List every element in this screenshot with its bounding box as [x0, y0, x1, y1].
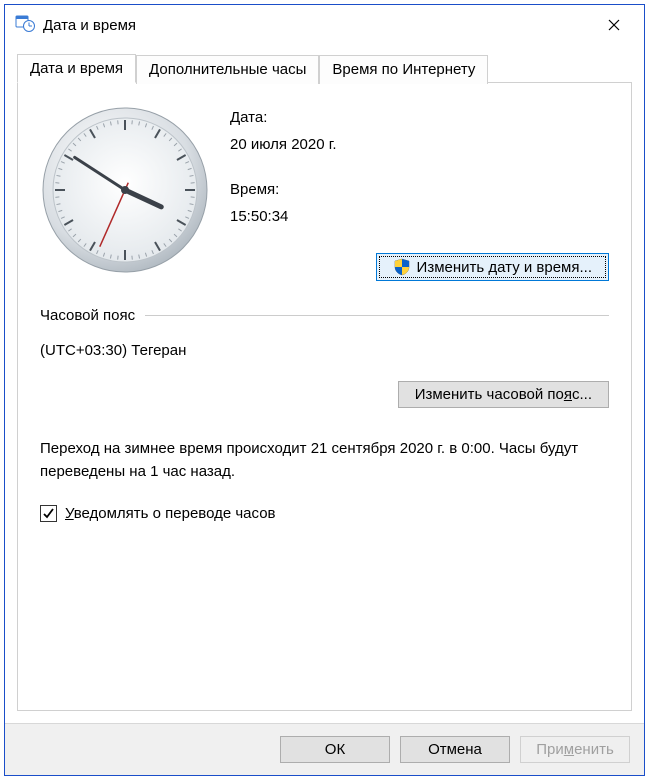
divider [145, 315, 609, 316]
dialog-footer: ОК Отмена Применить [5, 723, 644, 775]
date-value: 20 июля 2020 г. [230, 136, 609, 153]
tab-panel: Дата: 20 июля 2020 г. Время: 15:50:34 [17, 82, 632, 711]
tabstrip: Дата и время Дополнительные часы Время п… [5, 45, 644, 82]
close-button[interactable] [592, 11, 636, 39]
apply-button[interactable]: Применить [520, 736, 630, 763]
dst-transition-text: Переход на зимнее время происходит 21 се… [40, 438, 609, 483]
notify-dst-checkbox[interactable] [40, 505, 57, 522]
time-value: 15:50:34 [230, 208, 609, 225]
window-title: Дата и время [43, 17, 592, 34]
dialog-window: Дата и время Дата и время Дополнительные… [4, 4, 645, 776]
tab-datetime[interactable]: Дата и время [17, 54, 136, 83]
ok-button[interactable]: ОК [280, 736, 390, 763]
tab-internet-time[interactable]: Время по Интернету [319, 55, 488, 84]
analog-clock [40, 105, 210, 275]
timezone-label: Часовой пояс [40, 307, 135, 324]
change-timezone-button[interactable]: Изменить часовой пояс... [398, 381, 609, 408]
uac-shield-icon [393, 258, 411, 276]
change-datetime-button[interactable]: Изменить дату и время... [376, 253, 609, 281]
titlebar: Дата и время [5, 5, 644, 45]
datetime-icon [15, 13, 35, 37]
time-label: Время: [230, 181, 609, 198]
date-label: Дата: [230, 109, 609, 126]
notify-dst-label[interactable]: Уведомлять о переводе часов [65, 505, 276, 522]
tab-additional-clocks[interactable]: Дополнительные часы [136, 55, 319, 84]
cancel-button[interactable]: Отмена [400, 736, 510, 763]
timezone-value: (UTC+03:30) Тегеран [40, 342, 609, 359]
